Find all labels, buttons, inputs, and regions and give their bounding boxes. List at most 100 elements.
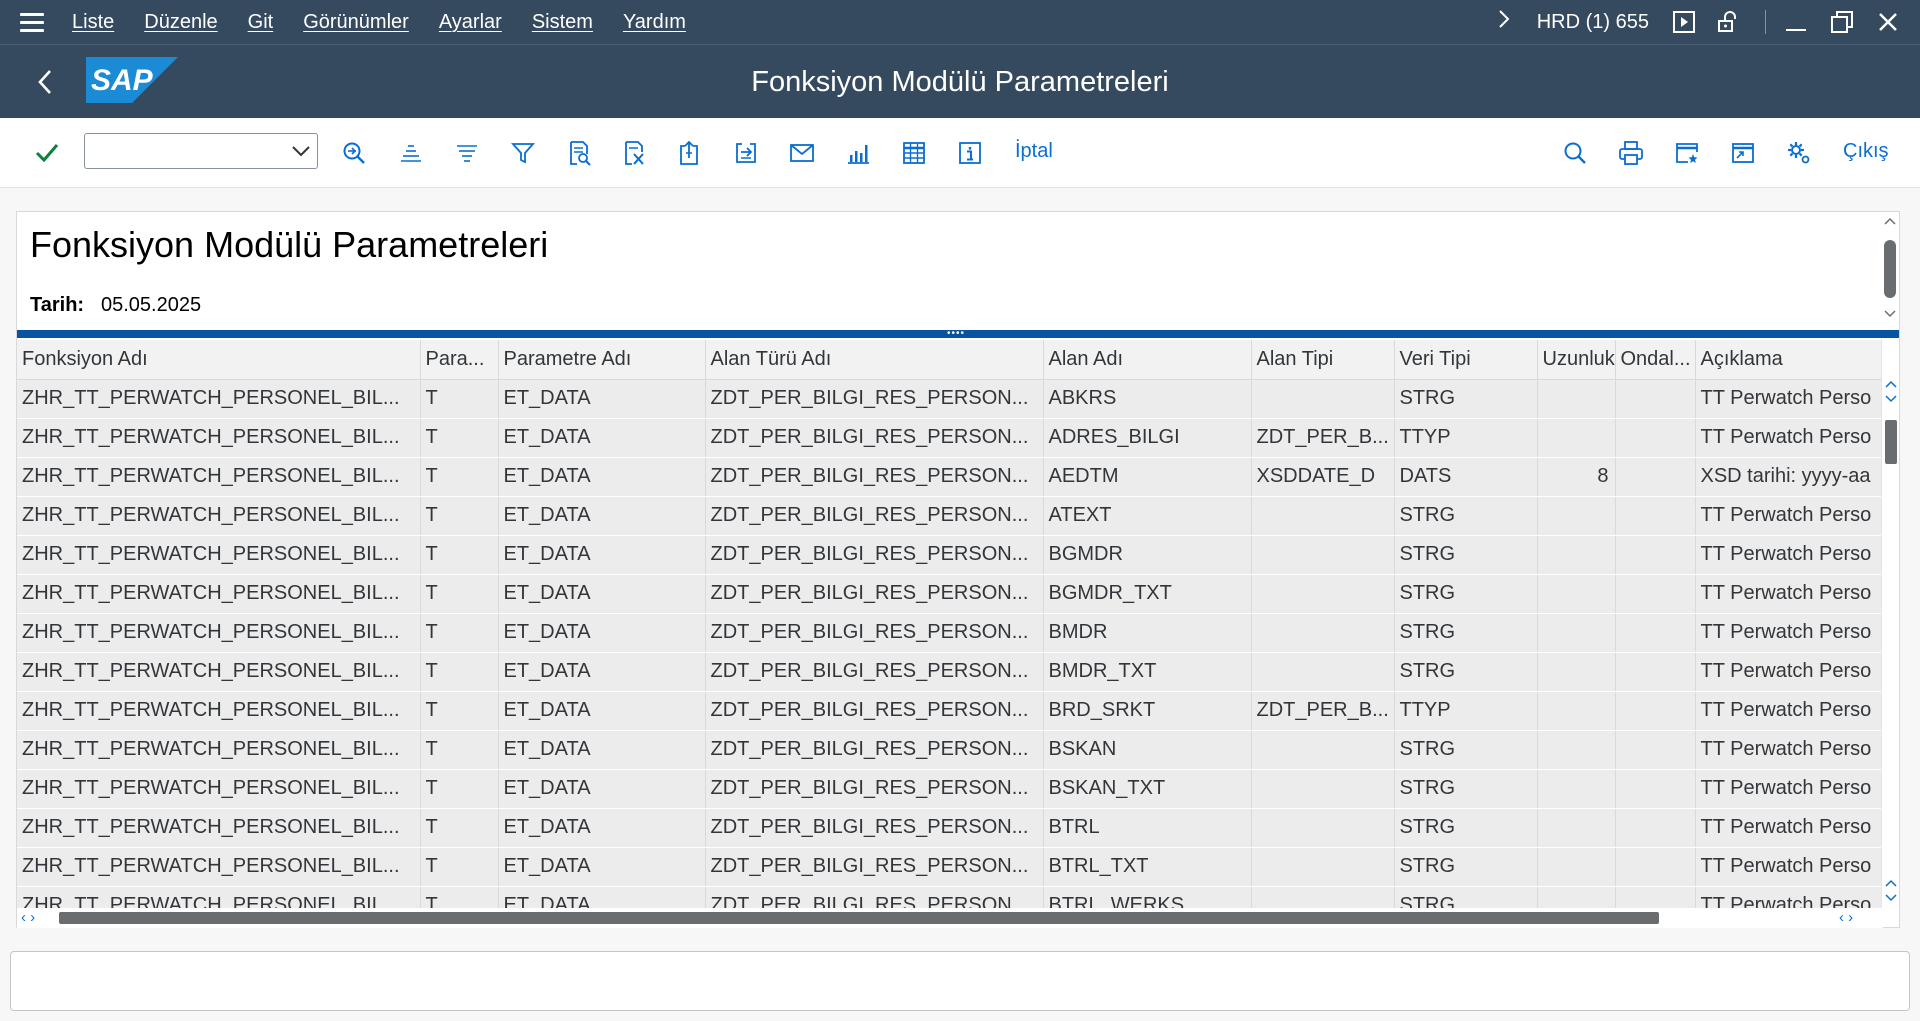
- table-cell[interactable]: ZHR_TT_PERWATCH_PERSONEL_BIL...: [17, 886, 421, 908]
- table-cell[interactable]: [1251, 730, 1395, 770]
- table-cell[interactable]: [1615, 769, 1696, 809]
- menu-duzenle[interactable]: Düzenle: [144, 11, 217, 34]
- table-cell[interactable]: [1615, 847, 1696, 887]
- table-cell[interactable]: [1537, 379, 1616, 419]
- table-cell[interactable]: ET_DATA: [498, 691, 706, 731]
- command-field[interactable]: [84, 133, 318, 169]
- table-cell[interactable]: ZHR_TT_PERWATCH_PERSONEL_BIL...: [17, 691, 421, 731]
- table-cell[interactable]: ET_DATA: [498, 847, 706, 887]
- table-row[interactable]: ZHR_TT_PERWATCH_PERSONEL_BIL... T ET_DATA Z…: [17, 808, 1883, 848]
- table-cell[interactable]: ZDT_PER_BILGI_RES_PERSON...: [705, 457, 1044, 497]
- table-cell[interactable]: DATS: [1394, 457, 1538, 497]
- table-cell[interactable]: BGMDR_TXT: [1043, 574, 1252, 614]
- filter-icon[interactable]: [505, 135, 541, 171]
- table-cell[interactable]: ZDT_PER_BILGI_RES_PERSON...: [705, 730, 1044, 770]
- table-cell[interactable]: ET_DATA: [498, 496, 706, 536]
- table-cell[interactable]: ZHR_TT_PERWATCH_PERSONEL_BIL...: [17, 847, 421, 887]
- menu-yardim[interactable]: Yardım: [623, 11, 686, 34]
- table-row[interactable]: ZHR_TT_PERWATCH_PERSONEL_BIL... T ET_DATA Z…: [17, 574, 1883, 614]
- table-cell[interactable]: ET_DATA: [498, 808, 706, 848]
- menu-liste[interactable]: Liste: [72, 11, 114, 34]
- table-cell[interactable]: XSDDATE_D: [1251, 457, 1395, 497]
- table-cell[interactable]: TTYP: [1394, 418, 1538, 458]
- table-cell[interactable]: ZDT_PER_BILGI_RES_PERSON...: [705, 418, 1044, 458]
- splitter[interactable]: ••••: [17, 329, 1899, 339]
- table-cell[interactable]: STRG: [1394, 886, 1538, 908]
- table-cell[interactable]: ZHR_TT_PERWATCH_PERSONEL_BIL...: [17, 613, 421, 653]
- table-cell[interactable]: TT Perwatch Perso: [1695, 496, 1883, 536]
- table-cell[interactable]: [1537, 769, 1616, 809]
- table-cell[interactable]: [1537, 535, 1616, 575]
- mail-icon[interactable]: [784, 135, 820, 171]
- table-cell[interactable]: TT Perwatch Perso: [1695, 691, 1883, 731]
- table-cell[interactable]: BTRL: [1043, 808, 1252, 848]
- table-cell[interactable]: ZDT_PER_BILGI_RES_PERSON...: [705, 769, 1044, 809]
- horizontal-scrollbar[interactable]: ‹ › ‹ ›: [17, 908, 1883, 928]
- column-header[interactable]: Alan Adı: [1043, 340, 1252, 380]
- table-cell[interactable]: T: [420, 886, 499, 908]
- close-icon[interactable]: [1874, 8, 1902, 36]
- table-cell[interactable]: T: [420, 574, 499, 614]
- table-cell[interactable]: [1537, 808, 1616, 848]
- table-cell[interactable]: T: [420, 730, 499, 770]
- table-cell[interactable]: [1615, 730, 1696, 770]
- table-cell[interactable]: 8: [1537, 457, 1616, 497]
- table-cell[interactable]: [1251, 808, 1395, 848]
- table-cell[interactable]: [1537, 847, 1616, 887]
- table-cell[interactable]: STRG: [1394, 613, 1538, 653]
- header-scrollbar[interactable]: [1881, 212, 1899, 330]
- table-cell[interactable]: ZHR_TT_PERWATCH_PERSONEL_BIL...: [17, 574, 421, 614]
- table-cell[interactable]: [1615, 808, 1696, 848]
- table-row[interactable]: ZHR_TT_PERWATCH_PERSONEL_BIL... T ET_DATA Z…: [17, 652, 1883, 692]
- table-cell[interactable]: ET_DATA: [498, 379, 706, 419]
- spreadsheet-export-icon[interactable]: [616, 135, 652, 171]
- table-cell[interactable]: T: [420, 652, 499, 692]
- table-cell[interactable]: TT Perwatch Perso: [1695, 652, 1883, 692]
- table-cell[interactable]: TT Perwatch Perso: [1695, 613, 1883, 653]
- table-cell[interactable]: ET_DATA: [498, 652, 706, 692]
- table-cell[interactable]: [1537, 613, 1616, 653]
- find-document-icon[interactable]: [561, 135, 597, 171]
- table-cell[interactable]: T: [420, 847, 499, 887]
- table-cell[interactable]: [1251, 652, 1395, 692]
- table-row[interactable]: ZHR_TT_PERWATCH_PERSONEL_BIL... T ET_DATA Z…: [17, 496, 1883, 536]
- menu-gorunumler[interactable]: Görünümler: [303, 11, 409, 34]
- table-cell[interactable]: ZDT_PER_BILGI_RES_PERSON...: [705, 691, 1044, 731]
- table-cell[interactable]: TT Perwatch Perso: [1695, 730, 1883, 770]
- table-cell[interactable]: STRG: [1394, 808, 1538, 848]
- table-row[interactable]: ZHR_TT_PERWATCH_PERSONEL_BIL... T ET_DATA Z…: [17, 691, 1883, 731]
- table-cell[interactable]: [1537, 886, 1616, 908]
- table-cell[interactable]: ZDT_PER_B...: [1251, 691, 1395, 731]
- table-cell[interactable]: STRG: [1394, 847, 1538, 887]
- table-row[interactable]: ZHR_TT_PERWATCH_PERSONEL_BIL... T ET_DATA Z…: [17, 379, 1883, 419]
- table-cell[interactable]: ET_DATA: [498, 535, 706, 575]
- transfer-icon[interactable]: [728, 135, 764, 171]
- table-cell[interactable]: [1251, 769, 1395, 809]
- table-cell[interactable]: [1251, 535, 1395, 575]
- table-cell[interactable]: ADRES_BILGI: [1043, 418, 1252, 458]
- table-cell[interactable]: ZHR_TT_PERWATCH_PERSONEL_BIL...: [17, 496, 421, 536]
- zoom-icon[interactable]: [336, 135, 372, 171]
- table-cell[interactable]: STRG: [1394, 496, 1538, 536]
- sort-ascending-icon[interactable]: [393, 135, 429, 171]
- unlock-icon[interactable]: [1715, 9, 1741, 35]
- table-cell[interactable]: ET_DATA: [498, 769, 706, 809]
- column-header[interactable]: Ondal...: [1615, 340, 1696, 380]
- table-row[interactable]: ZHR_TT_PERWATCH_PERSONEL_BIL... T ET_DATA Z…: [17, 886, 1883, 908]
- table-cell[interactable]: TT Perwatch Perso: [1695, 379, 1883, 419]
- exit-button[interactable]: Çıkış: [1843, 140, 1889, 163]
- table-cell[interactable]: [1615, 379, 1696, 419]
- command-input[interactable]: [85, 134, 275, 168]
- column-header[interactable]: Alan Türü Adı: [705, 340, 1044, 380]
- table-cell[interactable]: ZDT_PER_BILGI_RES_PERSON...: [705, 886, 1044, 908]
- table-row[interactable]: ZHR_TT_PERWATCH_PERSONEL_BIL... T ET_DATA Z…: [17, 769, 1883, 809]
- table-cell[interactable]: BRD_SRKT: [1043, 691, 1252, 731]
- table-cell[interactable]: ET_DATA: [498, 886, 706, 908]
- search-icon[interactable]: [1557, 135, 1593, 171]
- menu-ayarlar[interactable]: Ayarlar: [439, 11, 502, 34]
- vertical-scroll-thumb[interactable]: [1885, 420, 1897, 464]
- table-cell[interactable]: T: [420, 691, 499, 731]
- table-cell[interactable]: TTYP: [1394, 691, 1538, 731]
- table-cell[interactable]: ZHR_TT_PERWATCH_PERSONEL_BIL...: [17, 730, 421, 770]
- cancel-button[interactable]: İptal: [1015, 140, 1053, 163]
